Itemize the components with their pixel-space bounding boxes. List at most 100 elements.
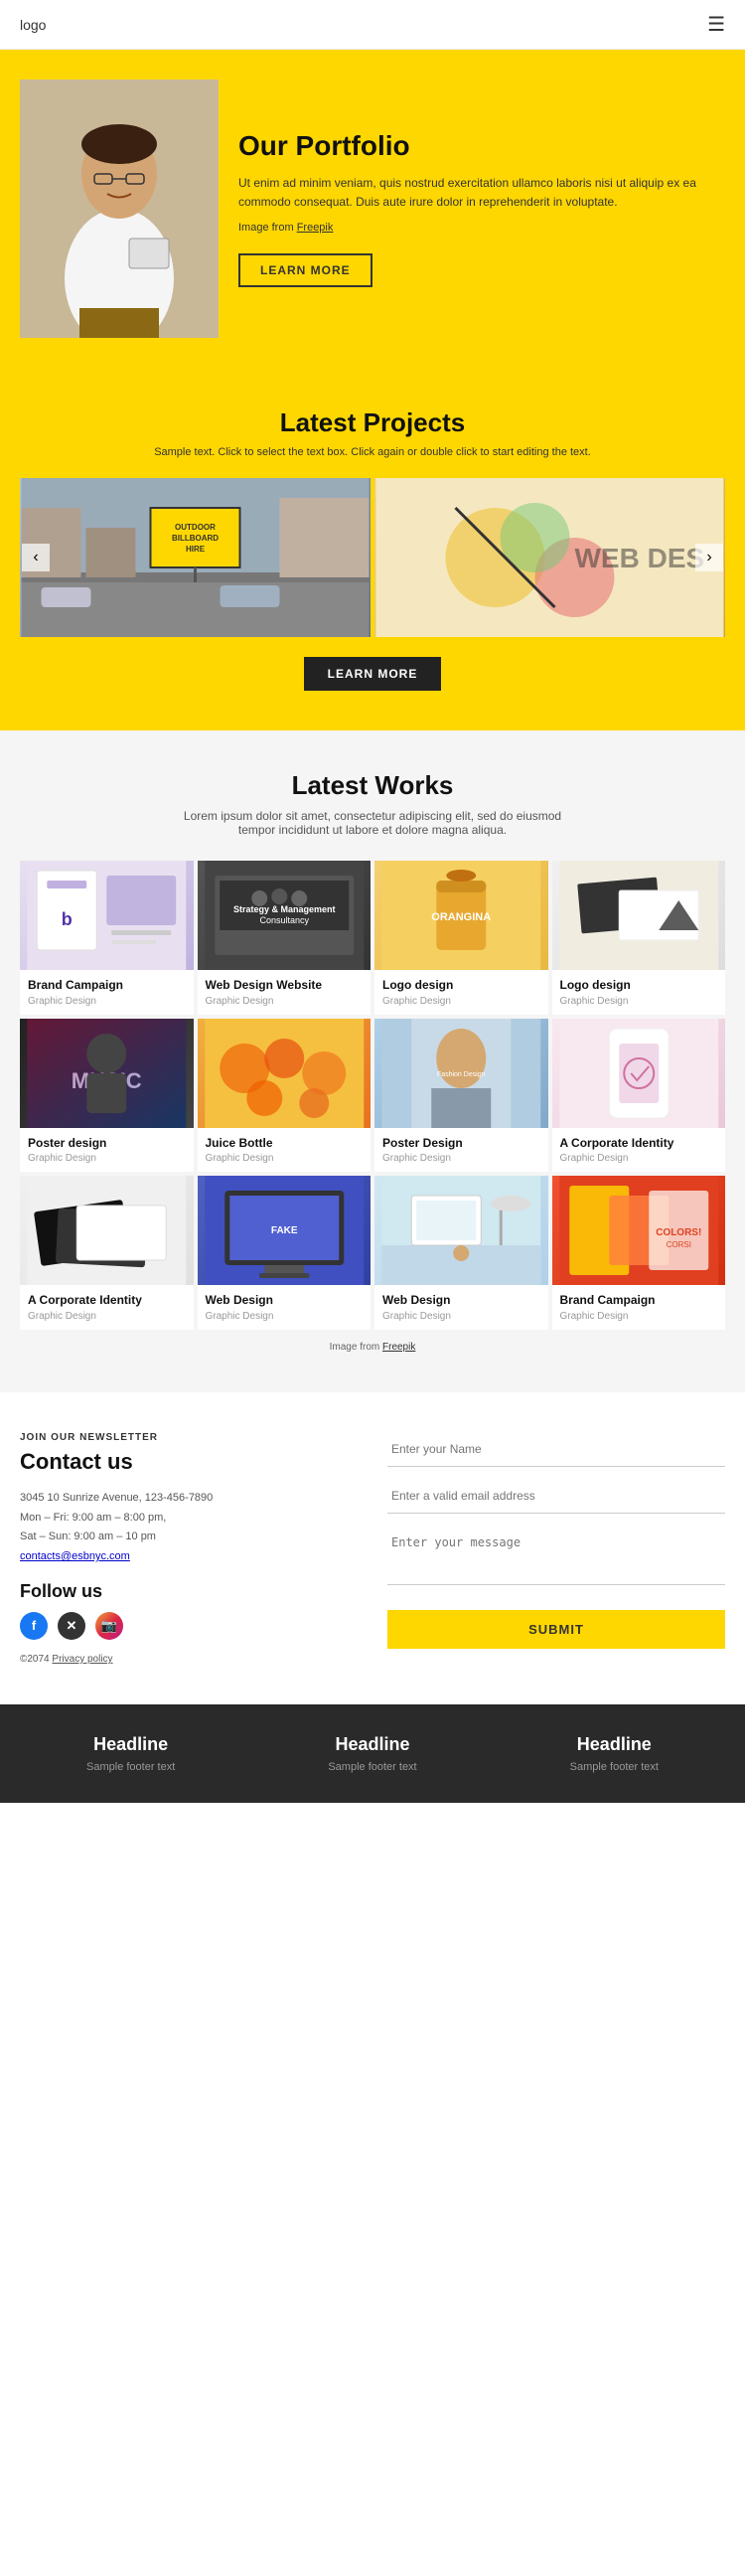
work-thumb-9 <box>20 1176 194 1285</box>
work-title-4: Logo design <box>560 978 718 994</box>
work-cat-12: Graphic Design <box>560 1311 718 1322</box>
footer-text-2: Sample footer text <box>261 1761 483 1773</box>
work-thumb-12: COLORS! CORSI <box>552 1176 726 1285</box>
work-info-4: Logo design Graphic Design <box>552 970 726 1015</box>
work-title-5: Poster design <box>28 1136 186 1152</box>
work-cat-8: Graphic Design <box>560 1153 718 1164</box>
carousel-left-arrow[interactable]: ‹ <box>22 544 50 571</box>
work-info-8: A Corporate Identity Graphic Design <box>552 1128 726 1173</box>
contact-address: 3045 10 Sunrize Avenue, 123-456-7890 Mon… <box>20 1489 358 1567</box>
footer-col-2: Headline Sample footer text <box>261 1734 483 1773</box>
works-title: Latest Works <box>20 770 725 801</box>
footer-headline-3: Headline <box>504 1734 725 1755</box>
contact-email[interactable]: contacts@esbnyc.com <box>20 1550 130 1562</box>
work-info-12: Brand Campaign Graphic Design <box>552 1285 726 1330</box>
hero-description: Ut enim ad minim veniam, quis nostrud ex… <box>238 174 725 212</box>
work-card-9[interactable]: A Corporate Identity Graphic Design <box>20 1176 194 1330</box>
work-thumb-8 <box>552 1019 726 1128</box>
hero-image-note: Image from Freepik <box>238 220 725 238</box>
hamburger-menu[interactable]: ☰ <box>707 12 725 37</box>
projects-subtitle: Sample text. Click to select the text bo… <box>20 446 725 458</box>
svg-text:Consultancy: Consultancy <box>259 915 309 925</box>
work-title-11: Web Design <box>382 1293 540 1309</box>
work-card-3[interactable]: ORANGINA Logo design Graphic Design <box>374 861 548 1015</box>
svg-text:FAKE: FAKE <box>270 1225 297 1236</box>
copyright: ©2074 Privacy policy <box>20 1654 358 1665</box>
work-info-9: A Corporate Identity Graphic Design <box>20 1285 194 1330</box>
works-grid: b Brand Campaign Graphic Design Strategy… <box>20 861 725 1330</box>
work-info-5: Poster design Graphic Design <box>20 1128 194 1173</box>
svg-text:b: b <box>62 909 73 929</box>
social-icons: f ✕ 📷 <box>20 1612 358 1640</box>
message-input[interactable] <box>387 1526 725 1585</box>
work-info-10: Web Design Graphic Design <box>198 1285 372 1330</box>
footer: Headline Sample footer text Headline Sam… <box>0 1704 745 1803</box>
svg-text:ORANGINA: ORANGINA <box>431 911 491 923</box>
hero-image <box>20 80 219 338</box>
follow-title: Follow us <box>20 1581 358 1602</box>
work-info-11: Web Design Graphic Design <box>374 1285 548 1330</box>
work-thumb-4 <box>552 861 726 970</box>
work-cat-1: Graphic Design <box>28 996 186 1007</box>
work-card-7[interactable]: Fashion Design Poster Design Graphic Des… <box>374 1019 548 1173</box>
work-cat-9: Graphic Design <box>28 1311 186 1322</box>
instagram-icon[interactable]: 📷 <box>95 1612 123 1640</box>
work-cat-11: Graphic Design <box>382 1311 540 1322</box>
svg-text:CORSI: CORSI <box>666 1240 690 1249</box>
svg-text:WEB DES: WEB DES <box>575 543 705 573</box>
contact-form: SUBMIT <box>387 1432 725 1665</box>
work-info-3: Logo design Graphic Design <box>374 970 548 1015</box>
footer-col-3: Headline Sample footer text <box>504 1734 725 1773</box>
work-title-12: Brand Campaign <box>560 1293 718 1309</box>
work-thumb-6 <box>198 1019 372 1128</box>
work-card-8[interactable]: A Corporate Identity Graphic Design <box>552 1019 726 1173</box>
work-title-7: Poster Design <box>382 1136 540 1152</box>
svg-text:OUTDOOR: OUTDOOR <box>175 523 216 532</box>
work-thumb-3: ORANGINA <box>374 861 548 970</box>
work-card-10[interactable]: FAKE Web Design Graphic Design <box>198 1176 372 1330</box>
work-info-1: Brand Campaign Graphic Design <box>20 970 194 1015</box>
work-card-1[interactable]: b Brand Campaign Graphic Design <box>20 861 194 1015</box>
work-title-3: Logo design <box>382 978 540 994</box>
twitter-icon[interactable]: ✕ <box>58 1612 85 1640</box>
logo: logo <box>20 17 46 33</box>
work-cat-5: Graphic Design <box>28 1153 186 1164</box>
work-card-12[interactable]: COLORS! CORSI Brand Campaign Graphic Des… <box>552 1176 726 1330</box>
work-card-6[interactable]: Juice Bottle Graphic Design <box>198 1019 372 1173</box>
hero-section: Our Portfolio Ut enim ad minim veniam, q… <box>0 50 745 368</box>
facebook-icon[interactable]: f <box>20 1612 48 1640</box>
work-title-6: Juice Bottle <box>206 1136 364 1152</box>
hero-learn-more-button[interactable]: LEARN MORE <box>238 253 372 287</box>
work-info-7: Poster Design Graphic Design <box>374 1128 548 1173</box>
hero-content: Our Portfolio Ut enim ad minim veniam, q… <box>238 130 725 287</box>
footer-col-1: Headline Sample footer text <box>20 1734 241 1773</box>
work-card-5[interactable]: MUSIC Poster design Graphic Design <box>20 1019 194 1173</box>
freepik-link[interactable]: Freepik <box>297 222 334 234</box>
contact-section: JOIN OUR NEWSLETTER Contact us 3045 10 S… <box>0 1392 745 1704</box>
contact-tag: JOIN OUR NEWSLETTER <box>20 1432 358 1443</box>
work-cat-10: Graphic Design <box>206 1311 364 1322</box>
work-thumb-7: Fashion Design <box>374 1019 548 1128</box>
footer-text-3: Sample footer text <box>504 1761 725 1773</box>
work-title-9: A Corporate Identity <box>28 1293 186 1309</box>
work-card-4[interactable]: Logo design Graphic Design <box>552 861 726 1015</box>
work-cat-7: Graphic Design <box>382 1153 540 1164</box>
contact-left: JOIN OUR NEWSLETTER Contact us 3045 10 S… <box>20 1432 358 1665</box>
projects-section: Latest Projects Sample text. Click to se… <box>0 368 745 730</box>
work-cat-4: Graphic Design <box>560 996 718 1007</box>
work-thumb-10: FAKE <box>198 1176 372 1285</box>
projects-carousel: ‹ OUTDOOR BILLBOARD HIRE <box>20 478 725 637</box>
name-input[interactable] <box>387 1432 725 1467</box>
work-title-10: Web Design <box>206 1293 364 1309</box>
work-title-1: Brand Campaign <box>28 978 186 994</box>
projects-learn-more-button[interactable]: LEARN MORE <box>304 657 442 691</box>
work-thumb-1: b <box>20 861 194 970</box>
work-card-2[interactable]: Strategy & Management Consultancy Web De… <box>198 861 372 1015</box>
work-info-2: Web Design Website Graphic Design <box>198 970 372 1015</box>
privacy-link[interactable]: Privacy policy <box>52 1654 112 1665</box>
work-card-11[interactable]: Web Design Graphic Design <box>374 1176 548 1330</box>
works-freepik-link[interactable]: Freepik <box>382 1342 415 1353</box>
email-input[interactable] <box>387 1479 725 1514</box>
submit-button[interactable]: SUBMIT <box>387 1610 725 1649</box>
carousel-right-arrow[interactable]: › <box>695 544 723 571</box>
